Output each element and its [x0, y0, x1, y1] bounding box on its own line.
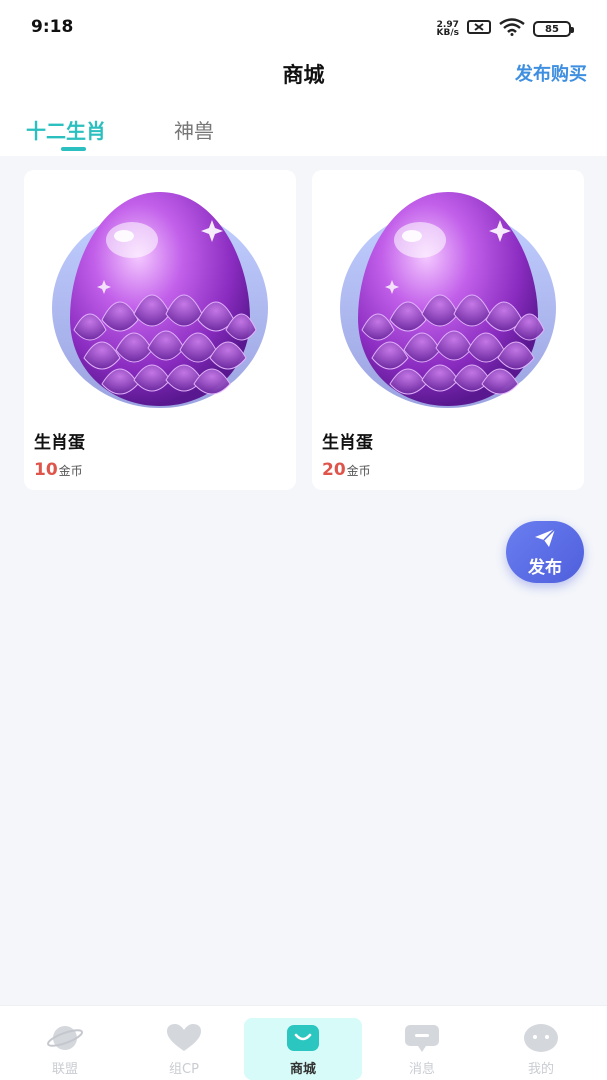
paper-plane-icon: [535, 528, 556, 547]
zodiac-egg-image: [332, 180, 564, 420]
network-speed: 2.97 KB/s: [436, 21, 459, 38]
tab-zodiac[interactable]: 十二生肖: [26, 115, 106, 144]
publish-fab-label: 发布: [528, 558, 562, 578]
nav-label: 商城: [289, 1062, 316, 1077]
product-price: 10: [34, 460, 58, 480]
nav-label: 我的: [527, 1062, 554, 1077]
status-bar: 9:18 2.97 KB/s 85: [0, 0, 607, 56]
publish-buy-button[interactable]: 发布购买: [515, 60, 587, 86]
publish-fab-button[interactable]: 发布: [506, 521, 584, 583]
product-card[interactable]: 生肖蛋 10 金币: [24, 170, 296, 490]
product-card[interactable]: 生肖蛋 20 金币: [312, 170, 584, 490]
product-grid: 生肖蛋 10 金币 生肖蛋 20 金币: [24, 170, 584, 490]
wifi-icon: [499, 18, 525, 40]
price-row: 10 金币: [34, 460, 83, 480]
battery-icon: 85: [533, 21, 574, 37]
status-icons: 2.97 KB/s 85: [436, 18, 574, 40]
zodiac-egg-image: [44, 180, 276, 420]
tab-mythical-beast[interactable]: 神兽: [174, 115, 214, 144]
product-name: 生肖蛋: [322, 433, 373, 453]
nav-item-alliance[interactable]: 联盟: [6, 1018, 124, 1080]
nav-label: 消息: [408, 1062, 435, 1077]
product-price: 20: [322, 460, 346, 480]
price-row: 20 金币: [322, 460, 371, 480]
heart-icon: [167, 1024, 201, 1051]
network-speed-unit: KB/s: [436, 28, 459, 38]
category-tabs: 十二生肖 神兽: [0, 111, 607, 156]
currency-label: 金币: [346, 464, 371, 478]
nav-label: 联盟: [51, 1062, 78, 1077]
product-name: 生肖蛋: [34, 433, 85, 453]
nav-item-cp[interactable]: 组CP: [125, 1018, 243, 1080]
bottom-nav: 联盟 组CP 商城 消息 我的: [0, 1005, 607, 1080]
planet-icon: [46, 1026, 84, 1050]
status-time: 9:18: [31, 17, 74, 37]
nav-item-me[interactable]: 我的: [482, 1018, 600, 1080]
battery-level: 85: [545, 23, 559, 35]
face-icon: [524, 1024, 558, 1052]
shopping-bag-icon: [287, 1025, 319, 1051]
header: 商城 发布购买 十二生肖 神兽: [0, 56, 607, 156]
sim-off-icon: [467, 19, 491, 39]
active-tab-indicator: [61, 147, 86, 151]
nav-label: 组CP: [169, 1062, 199, 1077]
currency-label: 金币: [58, 464, 83, 478]
nav-item-messages[interactable]: 消息: [363, 1018, 481, 1080]
nav-item-shop[interactable]: 商城: [244, 1018, 362, 1080]
message-icon: [405, 1025, 439, 1052]
